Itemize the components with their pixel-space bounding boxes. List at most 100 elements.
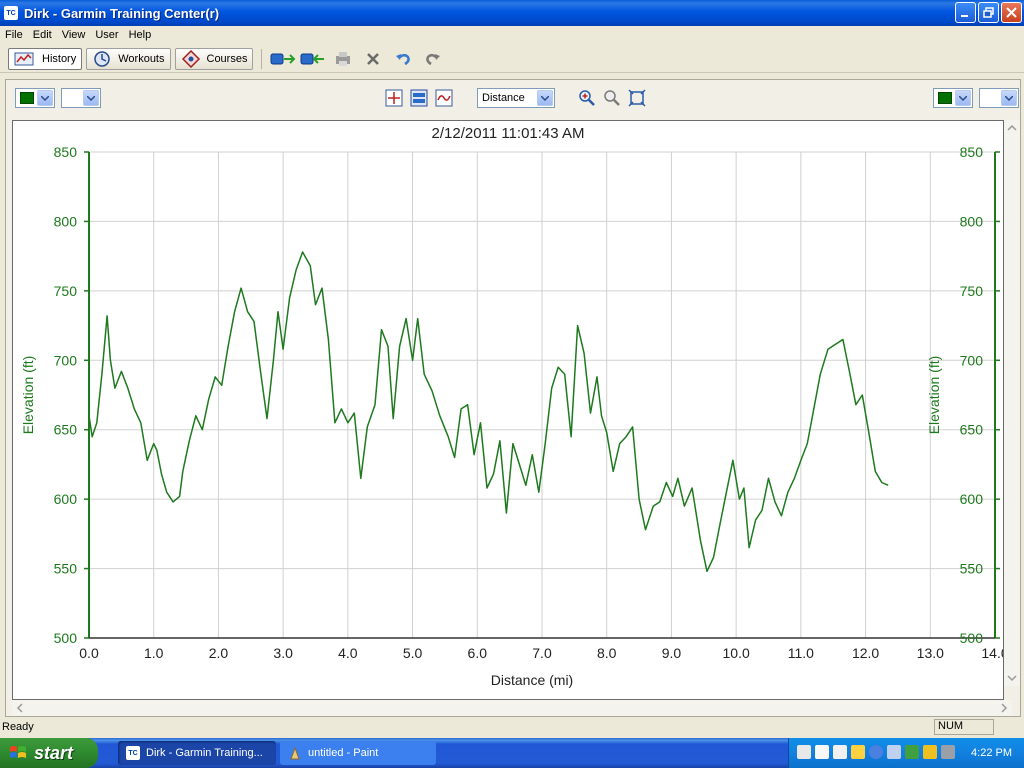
- tray-volume-icon[interactable]: [941, 745, 955, 759]
- y-tick-label-right: 650: [960, 422, 984, 438]
- tray-keyboard-icon[interactable]: [815, 745, 829, 759]
- main-toolbar: History Workouts Courses: [0, 45, 1024, 73]
- left-series-color-swatch: [20, 92, 34, 104]
- zoom-out-icon: [604, 90, 620, 106]
- courses-icon: [181, 49, 201, 68]
- y-tick-label-left: 700: [54, 352, 78, 368]
- history-label: History: [42, 52, 77, 65]
- redo-button[interactable]: [420, 48, 446, 70]
- restore-button[interactable]: [978, 2, 999, 23]
- crosshair-mode-button[interactable]: [384, 88, 404, 108]
- minimize-button[interactable]: [955, 2, 976, 23]
- y-tick-label-right: 550: [960, 561, 984, 577]
- scroll-right-icon[interactable]: [996, 700, 1012, 716]
- fit-to-window-button[interactable]: [627, 88, 647, 108]
- y-tick-label-right: 850: [960, 144, 984, 160]
- elevation-chart[interactable]: 2/12/2011 11:01:43 AM 0.0 1.0 2.0 3.0 4.0 5.0…: [12, 120, 1004, 700]
- right-series-color-select[interactable]: [933, 88, 973, 108]
- chart-toolbar: Distance: [6, 80, 1020, 116]
- tray-sync-icon[interactable]: [905, 745, 919, 759]
- y-tick-label-right: 700: [960, 352, 984, 368]
- chevron-down-icon: [37, 90, 53, 106]
- split-view-button[interactable]: [409, 88, 429, 108]
- scroll-up-icon[interactable]: [1004, 120, 1020, 136]
- workouts-label: Workouts: [118, 52, 165, 65]
- y-tick-label-right: 750: [960, 283, 984, 299]
- history-button[interactable]: History: [8, 47, 83, 70]
- right-series-color-swatch: [938, 92, 952, 104]
- undo-icon: [396, 53, 411, 65]
- tray-tool-icon[interactable]: [797, 745, 811, 759]
- line-graph-icon: [435, 89, 453, 107]
- taskbar-item-paint[interactable]: untitled - Paint: [280, 741, 436, 765]
- chevron-down-icon: [537, 90, 553, 106]
- vertical-scrollbar[interactable]: [1004, 120, 1020, 686]
- print-button[interactable]: [330, 48, 356, 70]
- zoom-out-button[interactable]: [602, 88, 622, 108]
- left-series-style-select[interactable]: [61, 88, 101, 108]
- status-text: Ready: [2, 721, 34, 733]
- menu-user[interactable]: User: [90, 29, 123, 41]
- tray-back-icon[interactable]: [869, 745, 883, 759]
- delete-button[interactable]: [360, 48, 386, 70]
- menu-help[interactable]: Help: [124, 29, 157, 41]
- system-tray: 4:22 PM: [788, 738, 1024, 768]
- x-tick-label: 5.0: [403, 645, 423, 661]
- x-tick-label: 8.0: [597, 645, 617, 661]
- x-tick-label: 0.0: [79, 645, 99, 661]
- left-series-color-select[interactable]: [15, 88, 55, 108]
- y-tick-label-left: 850: [54, 144, 78, 160]
- tray-icons: [797, 745, 955, 759]
- window-title: Dirk - Garmin Training Center(r): [24, 5, 220, 21]
- x-axis-title: Distance (mi): [491, 672, 573, 688]
- tray-help-icon[interactable]: [833, 745, 847, 759]
- y-axis-title-left: Elevation (ft): [20, 356, 36, 435]
- x-tick-label: 4.0: [338, 645, 358, 661]
- chevron-down-icon: [955, 90, 971, 106]
- delete-icon: [367, 52, 380, 65]
- x-axis-select-value: Distance: [482, 92, 525, 104]
- y-tick-label-left: 550: [54, 561, 78, 577]
- print-icon: [336, 51, 351, 66]
- scroll-down-icon[interactable]: [1004, 670, 1020, 686]
- close-button[interactable]: [1001, 2, 1022, 23]
- receive-from-device-button[interactable]: [300, 48, 326, 70]
- tray-flag-icon[interactable]: [851, 745, 865, 759]
- tray-network-icon[interactable]: [887, 745, 901, 759]
- x-tick-label: 12.0: [852, 645, 879, 661]
- y-tick-label-right: 500: [960, 630, 984, 646]
- receive-from-device-icon: [300, 53, 325, 64]
- app-icon: TC: [4, 6, 18, 20]
- title-bar: TC Dirk - Garmin Training Center(r): [0, 0, 1024, 26]
- menu-edit[interactable]: Edit: [28, 29, 57, 41]
- start-button[interactable]: start: [0, 738, 98, 768]
- toolbar-separator: [261, 48, 263, 69]
- taskbar-item-garmin[interactable]: TC Dirk - Garmin Training...: [118, 741, 276, 765]
- tray-shield-icon[interactable]: [923, 745, 937, 759]
- x-tick-label: 7.0: [532, 645, 552, 661]
- workouts-button[interactable]: Workouts: [86, 47, 171, 70]
- line-graph-button[interactable]: [434, 88, 454, 108]
- scroll-left-icon[interactable]: [12, 700, 28, 716]
- horizontal-scrollbar[interactable]: [12, 700, 1012, 716]
- x-axis-select[interactable]: Distance: [477, 88, 555, 108]
- zoom-in-button[interactable]: [577, 88, 597, 108]
- fit-to-window-icon: [628, 89, 646, 107]
- send-to-device-button[interactable]: [270, 48, 296, 70]
- chart-svg: 0.0 1.0 2.0 3.0 4.0 5.0 6.0 7.0 8.0 9.0 10.0 11.0 12…: [20, 144, 1003, 688]
- courses-button[interactable]: Courses: [174, 47, 254, 70]
- restore-icon: [983, 7, 994, 18]
- chevron-down-icon: [1001, 90, 1017, 106]
- menu-file[interactable]: File: [0, 29, 28, 41]
- x-tick-label: 1.0: [144, 645, 164, 661]
- y-axis-title-right: Elevation (ft): [926, 356, 942, 435]
- split-view-icon: [410, 89, 428, 107]
- send-to-device-icon: [270, 53, 296, 64]
- menu-view[interactable]: View: [57, 29, 91, 41]
- x-tick-label: 6.0: [468, 645, 488, 661]
- history-icon: [14, 51, 36, 67]
- undo-button[interactable]: [390, 48, 416, 70]
- x-tick-label: 2.0: [209, 645, 229, 661]
- courses-label: Courses: [206, 52, 248, 65]
- right-series-style-select[interactable]: [979, 88, 1019, 108]
